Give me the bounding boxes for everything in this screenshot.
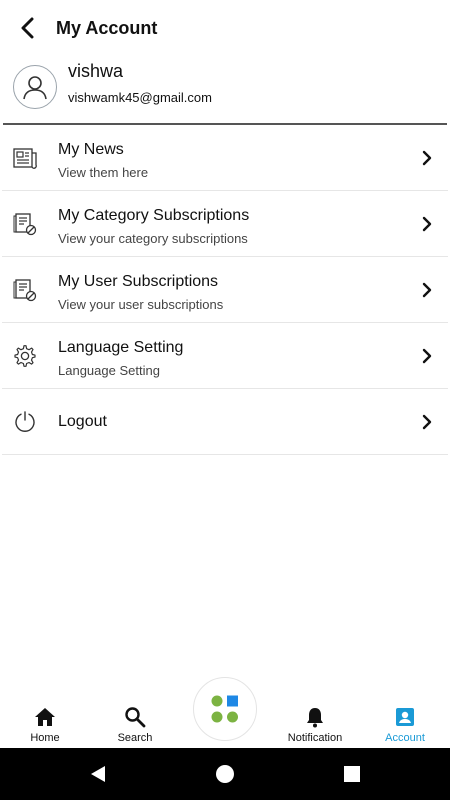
nav-home-label: Home — [30, 732, 60, 744]
system-navigation-bar — [0, 748, 450, 800]
chevron-right-icon — [422, 348, 432, 364]
menu-item-subtitle: View them here — [58, 165, 149, 180]
chevron-right-icon — [422, 282, 432, 298]
system-home-button[interactable] — [213, 762, 237, 786]
square-recents-icon — [344, 766, 360, 782]
menu-item-subtitle: View your user subscriptions — [58, 297, 224, 312]
nav-notification-label: Notification — [287, 732, 343, 744]
menu-item-title: My News — [58, 141, 124, 158]
circle-home-icon — [216, 765, 234, 783]
apps-grid-icon — [211, 695, 238, 723]
menu-item-title: My User Subscriptions — [58, 273, 219, 290]
menu-item-category-subscriptions[interactable]: My Category Subscriptions View your cate… — [2, 191, 448, 257]
home-icon — [34, 706, 56, 728]
chevron-right-icon — [422, 150, 432, 166]
back-button[interactable] — [0, 0, 56, 56]
bottom-navigation: Home Search Notification Account — [0, 677, 450, 748]
chevron-right-icon — [422, 414, 432, 430]
system-recents-button[interactable] — [340, 762, 364, 786]
app-header: My Account — [0, 0, 450, 56]
search-icon — [124, 706, 146, 728]
nav-search[interactable]: Search — [90, 690, 180, 748]
profile-section: vishwa vishwamk45@gmail.com — [0, 56, 450, 124]
system-back-button[interactable] — [86, 762, 110, 786]
gear-icon — [12, 343, 38, 369]
user-icon — [23, 76, 47, 100]
menu-item-language-setting[interactable]: Language Setting Language Setting — [2, 323, 448, 389]
categories-fab-button[interactable] — [193, 677, 257, 741]
nav-search-label: Search — [117, 732, 153, 744]
subscription-list-icon — [12, 277, 38, 303]
page-title: My Account — [56, 17, 158, 38]
menu-item-subtitle: Language Setting — [58, 363, 160, 378]
profile-name: vishwa — [68, 61, 124, 81]
avatar[interactable] — [13, 65, 57, 109]
account-menu: My News View them here My Category Subsc… — [0, 125, 450, 455]
power-icon — [12, 409, 38, 435]
profile-email: vishwamk45@gmail.com — [68, 90, 212, 105]
menu-item-subtitle: View your category subscriptions — [58, 231, 248, 246]
nav-account[interactable]: Account — [360, 690, 450, 748]
menu-item-logout[interactable]: Logout — [2, 389, 448, 455]
nav-account-label: Account — [385, 732, 425, 744]
menu-item-title: Logout — [58, 413, 107, 430]
nav-home[interactable]: Home — [0, 690, 90, 748]
menu-item-title: Language Setting — [58, 339, 184, 356]
subscription-list-icon — [12, 211, 38, 237]
triangle-back-icon — [91, 766, 105, 782]
menu-item-my-news[interactable]: My News View them here — [2, 125, 448, 191]
menu-item-title: My Category Subscriptions — [58, 207, 250, 224]
newspaper-icon — [12, 145, 38, 171]
arrow-left-icon — [21, 17, 34, 39]
chevron-right-icon — [422, 216, 432, 232]
nav-notification[interactable]: Notification — [270, 690, 360, 748]
bell-icon — [305, 706, 325, 728]
menu-item-user-subscriptions[interactable]: My User Subscriptions View your user sub… — [2, 257, 448, 323]
account-box-icon — [395, 706, 415, 728]
